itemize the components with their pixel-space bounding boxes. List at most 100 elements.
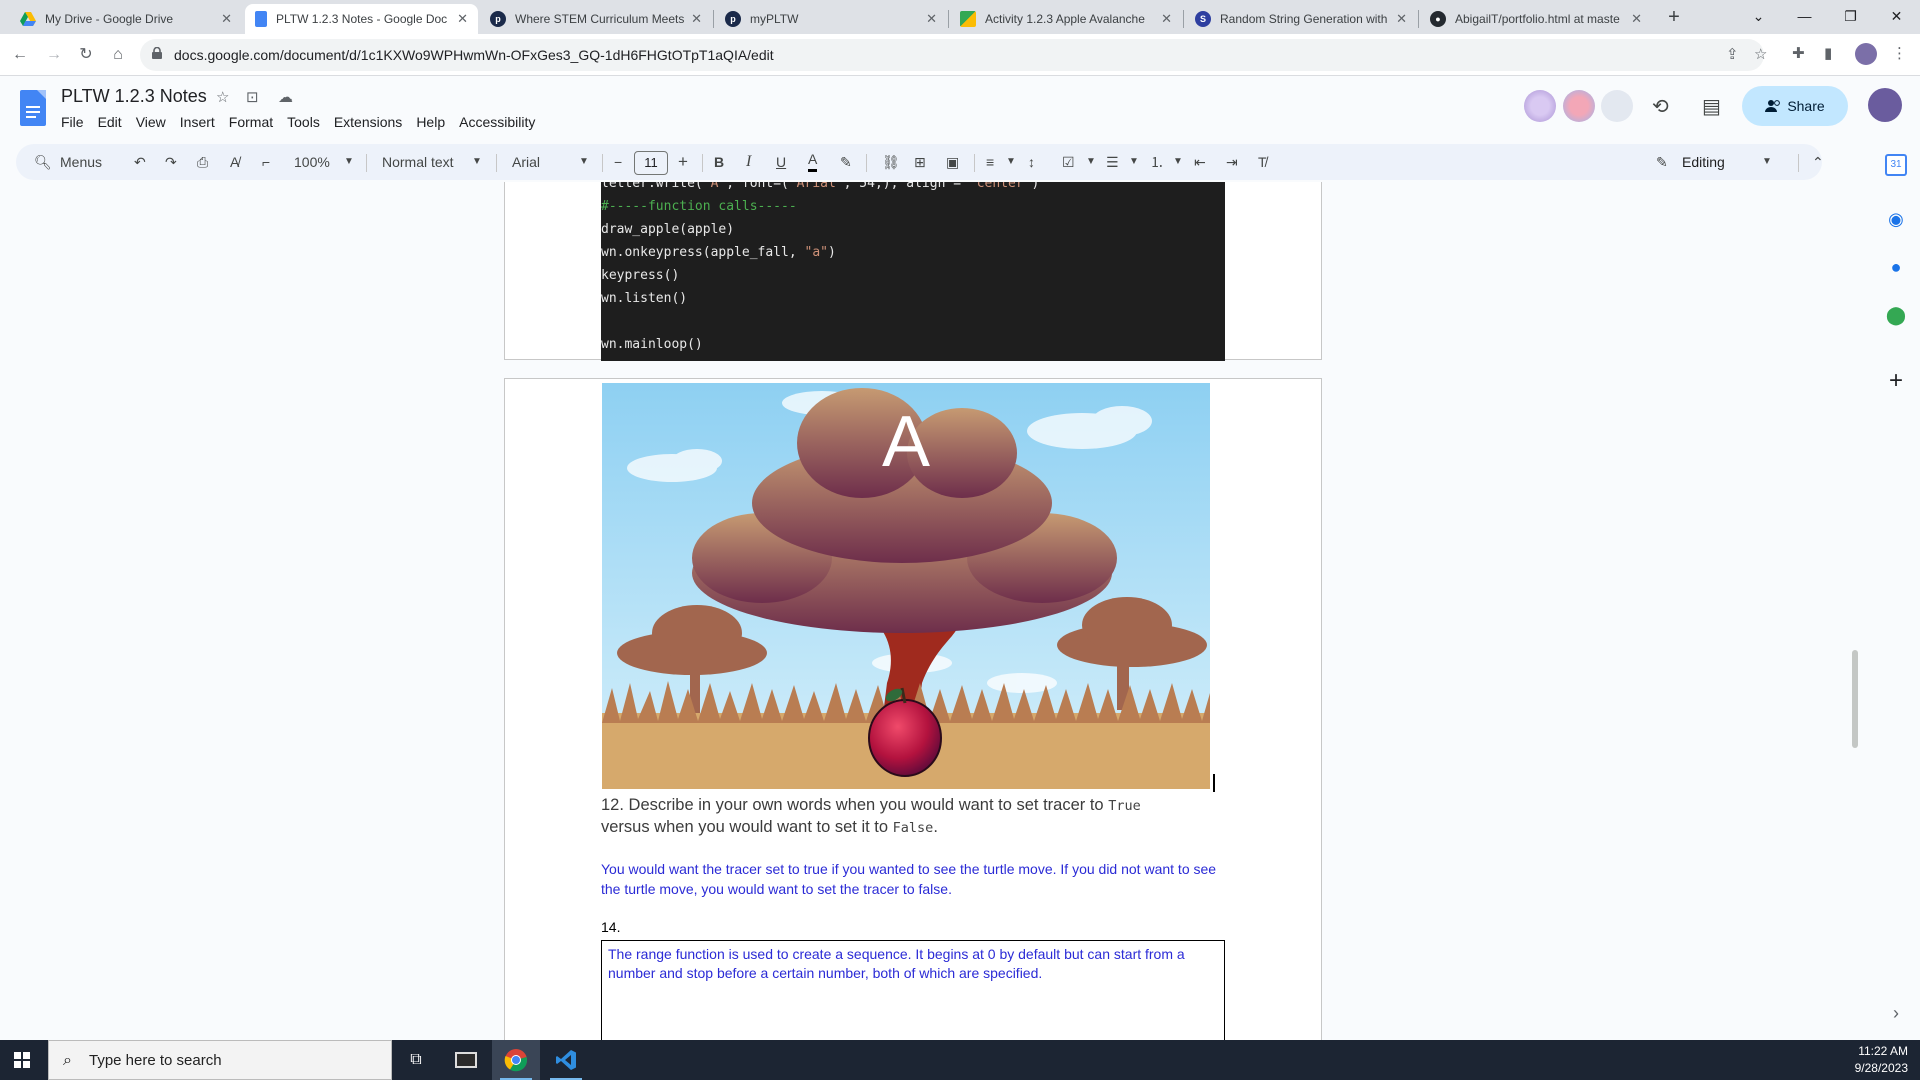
minimize-icon[interactable]: — bbox=[1782, 0, 1827, 34]
close-tab-icon[interactable]: ✕ bbox=[1161, 11, 1172, 27]
tab-divider bbox=[948, 10, 949, 28]
close-tab-icon[interactable]: ✕ bbox=[457, 11, 468, 27]
collaborator-avatar[interactable] bbox=[1563, 90, 1595, 122]
chrome-menu-icon[interactable]: ⋮ bbox=[1892, 44, 1907, 62]
vertical-scrollbar[interactable] bbox=[1852, 650, 1858, 748]
menu-format[interactable]: Format bbox=[222, 114, 280, 130]
chrome-taskbar-icon[interactable] bbox=[492, 1040, 540, 1080]
add-on-plus-icon[interactable]: + bbox=[1885, 369, 1907, 393]
link-icon[interactable]: ⛓ bbox=[882, 144, 900, 180]
bookmark-star-icon[interactable]: ☆ bbox=[1754, 45, 1767, 63]
forward-icon[interactable]: → bbox=[42, 43, 66, 67]
move-folder-icon[interactable]: ⊡ bbox=[246, 88, 259, 106]
tab-search-chevron-icon[interactable]: ⌄ bbox=[1736, 0, 1781, 34]
account-avatar[interactable] bbox=[1868, 88, 1902, 122]
editing-mode-select[interactable]: Editing bbox=[1682, 144, 1725, 180]
close-tab-icon[interactable]: ✕ bbox=[926, 11, 937, 27]
close-tab-icon[interactable]: ✕ bbox=[221, 11, 232, 27]
search-placeholder: Type here to search bbox=[89, 1052, 222, 1069]
tab-random-string[interactable]: S Random String Generation with ✕ bbox=[1185, 4, 1417, 34]
share-button[interactable]: Share bbox=[1742, 86, 1848, 126]
menu-accessibility[interactable]: Accessibility bbox=[452, 114, 542, 130]
zoom-select[interactable]: 100% bbox=[294, 144, 330, 180]
reload-icon[interactable]: ↻ bbox=[74, 43, 98, 67]
comments-icon[interactable]: ▤ bbox=[1702, 94, 1721, 119]
numbered-list-icon[interactable]: ⒈ bbox=[1150, 144, 1164, 180]
windows-start-icon[interactable] bbox=[14, 1052, 30, 1068]
document-canvas[interactable]: letter.write("A", font=("Arial", 54,), a… bbox=[0, 182, 1870, 1040]
close-window-icon[interactable]: ✕ bbox=[1874, 0, 1919, 34]
underline-icon[interactable]: U bbox=[776, 144, 786, 180]
file-explorer-icon[interactable] bbox=[442, 1040, 490, 1080]
apple-tree-image[interactable]: A bbox=[602, 383, 1210, 789]
menu-edit[interactable]: Edit bbox=[91, 114, 129, 130]
vscode-taskbar-icon[interactable] bbox=[542, 1040, 590, 1080]
task-view-icon[interactable]: ⧉ bbox=[392, 1040, 440, 1080]
hide-menus-chevron-up-icon[interactable]: ⌃ bbox=[1812, 144, 1824, 180]
bold-icon[interactable]: B bbox=[714, 144, 724, 180]
bulleted-list-icon[interactable]: ☰ bbox=[1106, 144, 1119, 180]
add-comment-icon[interactable]: ⊞ bbox=[914, 144, 926, 180]
share-page-icon[interactable]: ⇪ bbox=[1726, 45, 1739, 63]
address-bar[interactable]: docs.google.com/document/d/1c1KXWo9WPHwm… bbox=[140, 39, 1767, 71]
align-icon[interactable]: ≡ bbox=[986, 144, 994, 180]
tab-apple-avalanche[interactable]: Activity 1.2.3 Apple Avalanche ✕ bbox=[950, 4, 1182, 34]
search-menus-label[interactable]: Menus bbox=[60, 144, 102, 180]
menu-tools[interactable]: Tools bbox=[280, 114, 327, 130]
document-title[interactable]: PLTW 1.2.3 Notes bbox=[61, 86, 207, 107]
close-tab-icon[interactable]: ✕ bbox=[1396, 11, 1407, 27]
close-tab-icon[interactable]: ✕ bbox=[1631, 11, 1642, 27]
collaborator-avatar[interactable] bbox=[1524, 90, 1556, 122]
increase-indent-icon[interactable]: ⇥ bbox=[1226, 144, 1238, 180]
redo-icon[interactable]: ↷ bbox=[165, 144, 177, 180]
menu-extensions[interactable]: Extensions bbox=[327, 114, 409, 130]
font-size-input[interactable]: 11 bbox=[634, 151, 668, 175]
back-icon[interactable]: ← bbox=[8, 43, 32, 67]
tab-google-drive[interactable]: My Drive - Google Drive ✕ bbox=[10, 4, 242, 34]
tab-github-portfolio[interactable]: ● AbigailT/portfolio.html at maste ✕ bbox=[1420, 4, 1652, 34]
star-icon[interactable]: ☆ bbox=[216, 88, 229, 106]
decrease-font-size-icon[interactable]: − bbox=[614, 144, 622, 180]
tab-pltw-notes[interactable]: PLTW 1.2.3 Notes - Google Doc ✕ bbox=[245, 4, 478, 34]
tab-mypltw[interactable]: p myPLTW ✕ bbox=[715, 4, 947, 34]
new-tab-icon[interactable]: + bbox=[1660, 4, 1688, 32]
tab-stem-curriculum[interactable]: p Where STEM Curriculum Meets ✕ bbox=[480, 4, 712, 34]
tasks-icon[interactable]: ◉ bbox=[1885, 208, 1907, 230]
spellcheck-icon[interactable]: A̸ bbox=[230, 144, 239, 180]
menu-file[interactable]: File bbox=[54, 114, 91, 130]
increase-font-size-icon[interactable]: + bbox=[678, 144, 688, 180]
version-history-icon[interactable]: ⟲ bbox=[1652, 94, 1669, 119]
close-tab-icon[interactable]: ✕ bbox=[691, 11, 702, 27]
paint-format-icon[interactable]: ⌐ bbox=[262, 144, 270, 180]
system-clock[interactable]: 11:22 AM 9/28/2023 bbox=[1855, 1043, 1908, 1077]
taskbar-search[interactable]: ⌕ Type here to search bbox=[48, 1040, 392, 1080]
clear-formatting-icon[interactable]: T̸ bbox=[1258, 144, 1267, 180]
chevron-right-icon[interactable]: › bbox=[1885, 1002, 1907, 1024]
meet-call-icon[interactable] bbox=[1601, 90, 1633, 122]
docs-logo-icon[interactable] bbox=[20, 90, 46, 126]
checklist-icon[interactable]: ☑ bbox=[1062, 144, 1075, 180]
font-family-select[interactable]: Arial bbox=[512, 144, 540, 180]
insert-image-icon[interactable]: ▣ bbox=[946, 144, 959, 180]
profile-avatar[interactable] bbox=[1855, 43, 1877, 65]
contacts-icon[interactable]: ● bbox=[1885, 256, 1907, 278]
side-panel-icon[interactable]: ▮ bbox=[1824, 44, 1832, 62]
text-color-icon[interactable]: A bbox=[808, 144, 818, 172]
extensions-icon[interactable]: ✚ bbox=[1792, 44, 1805, 62]
highlight-icon[interactable]: ✎ bbox=[840, 144, 852, 180]
print-icon[interactable]: ⎙ bbox=[197, 144, 208, 180]
decrease-indent-icon[interactable]: ⇤ bbox=[1194, 144, 1206, 180]
maximize-icon[interactable]: ❐ bbox=[1828, 0, 1873, 34]
search-icon[interactable]: 🔍︎ bbox=[34, 144, 52, 180]
maps-pin-icon[interactable]: ⬤ bbox=[1885, 304, 1907, 326]
italic-icon[interactable]: I bbox=[746, 144, 751, 180]
menu-insert[interactable]: Insert bbox=[173, 114, 222, 130]
calendar-icon[interactable]: 31 bbox=[1885, 154, 1907, 176]
home-icon[interactable]: ⌂ bbox=[106, 43, 130, 67]
paragraph-style-select[interactable]: Normal text bbox=[382, 144, 454, 180]
menu-view[interactable]: View bbox=[129, 114, 173, 130]
cloud-saved-icon[interactable]: ☁ bbox=[278, 88, 293, 106]
menu-help[interactable]: Help bbox=[409, 114, 452, 130]
line-spacing-icon[interactable]: ↕ bbox=[1028, 144, 1035, 180]
undo-icon[interactable]: ↶ bbox=[134, 144, 146, 180]
